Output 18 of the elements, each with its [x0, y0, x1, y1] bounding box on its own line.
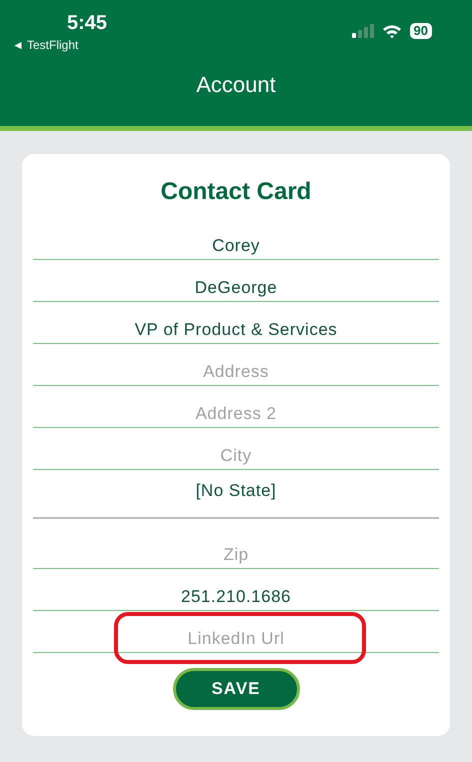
back-to-app-link[interactable]: ◄ TestFlight	[12, 38, 78, 52]
battery-level: 90	[410, 23, 432, 39]
state-dropdown[interactable]: [No State]	[33, 470, 439, 519]
input-field[interactable]: Address	[33, 344, 439, 386]
card-title: Contact Card	[160, 178, 312, 206]
input-field[interactable]: 251.210.1686	[33, 569, 439, 611]
status-time: 5:45	[67, 12, 108, 34]
input-field[interactable]: LinkedIn Url	[33, 611, 439, 653]
input-field[interactable]: Corey	[33, 218, 439, 260]
input-field[interactable]: City	[33, 428, 439, 470]
signal-icon	[352, 24, 374, 38]
input-field[interactable]: DeGeorge	[33, 260, 439, 302]
screen-title: Account	[195, 72, 277, 98]
input-field[interactable]: Address 2	[33, 386, 439, 428]
save-button[interactable]: SAVE	[172, 668, 300, 710]
input-field[interactable]: Zip	[33, 527, 439, 569]
wifi-icon	[382, 24, 402, 38]
input-field[interactable]: VP of Product & Services	[33, 302, 439, 344]
